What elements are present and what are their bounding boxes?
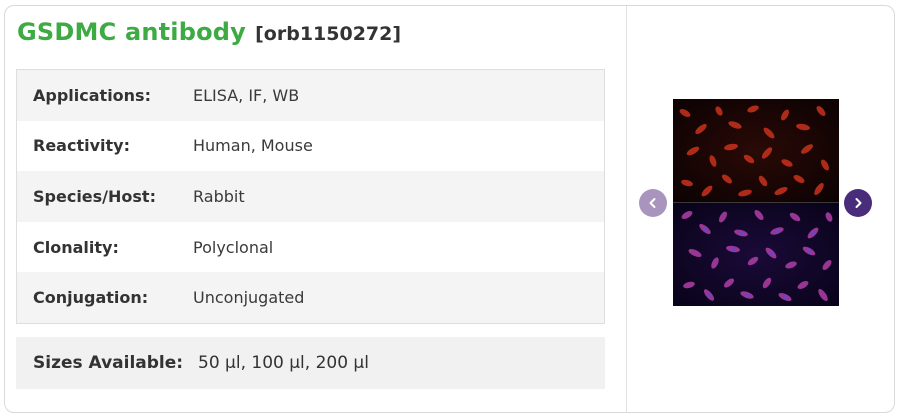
cell-stain-red bbox=[679, 105, 829, 197]
product-code: [orb1150272] bbox=[255, 23, 402, 45]
spec-label: Clonality: bbox=[33, 237, 119, 257]
sizes-label: Sizes Available: bbox=[33, 353, 184, 373]
spec-table: Applications: ELISA, IF, WB Reactivity: … bbox=[16, 69, 605, 324]
spec-label: Reactivity: bbox=[33, 136, 130, 156]
product-image[interactable] bbox=[673, 99, 839, 306]
spec-row-conjugation: Conjugation: Unconjugated bbox=[17, 272, 604, 323]
sizes-available: Sizes Available: 50 µl, 100 µl, 200 µl bbox=[16, 337, 605, 389]
spec-row-applications: Applications: ELISA, IF, WB bbox=[17, 70, 604, 121]
spec-label: Conjugation: bbox=[33, 288, 149, 308]
chevron-right-icon bbox=[855, 198, 862, 208]
spec-row-species-host: Species/Host: Rabbit bbox=[17, 171, 604, 222]
spec-value: Rabbit bbox=[193, 186, 245, 206]
cell-stain-merged bbox=[681, 210, 833, 302]
gallery-prev-button[interactable] bbox=[639, 189, 667, 217]
spec-value: Human, Mouse bbox=[193, 136, 313, 156]
spec-value: Unconjugated bbox=[193, 288, 305, 308]
spec-label: Species/Host: bbox=[33, 186, 156, 206]
page-title: GSDMC antibody [orb1150272] bbox=[17, 18, 401, 46]
column-divider bbox=[626, 6, 627, 412]
image-panel-red bbox=[673, 99, 839, 202]
spec-row-reactivity: Reactivity: Human, Mouse bbox=[17, 120, 604, 172]
spec-row-clonality: Clonality: Polyclonal bbox=[17, 221, 604, 273]
product-name: GSDMC antibody bbox=[17, 18, 247, 46]
spec-label: Applications: bbox=[33, 85, 151, 105]
sizes-value: 50 µl, 100 µl, 200 µl bbox=[198, 353, 369, 373]
spec-value: Polyclonal bbox=[193, 237, 274, 257]
image-panel-merged bbox=[673, 203, 839, 306]
spec-value: ELISA, IF, WB bbox=[193, 85, 300, 105]
gallery-next-button[interactable] bbox=[844, 189, 872, 217]
chevron-left-icon bbox=[649, 198, 656, 208]
